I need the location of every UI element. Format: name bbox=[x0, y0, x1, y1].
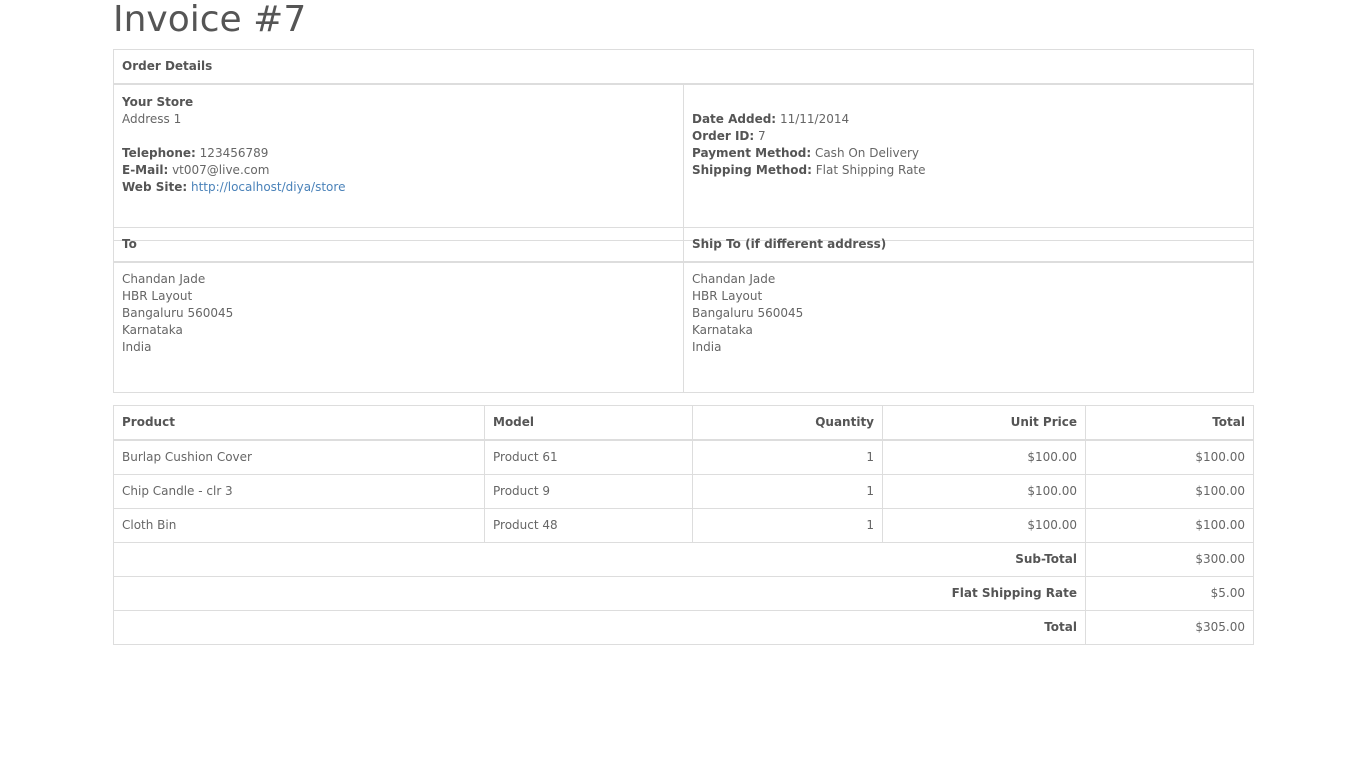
product-unit-price: $100.00 bbox=[882, 474, 1086, 509]
col-header-product: Product bbox=[113, 405, 485, 441]
address-line: Karnataka bbox=[122, 323, 183, 337]
address-line: Karnataka bbox=[692, 323, 753, 337]
col-header-unit-price: Unit Price bbox=[882, 405, 1086, 441]
shipping-label: Flat Shipping Rate bbox=[113, 576, 1086, 611]
product-model: Product 9 bbox=[484, 474, 693, 509]
shipping-method: Shipping Method: Flat Shipping Rate bbox=[692, 163, 926, 177]
product-unit-price: $100.00 bbox=[882, 439, 1086, 475]
subtotal-label: Sub-Total bbox=[113, 542, 1086, 577]
ship-to-address: Chandan Jade HBR Layout Bangaluru 560045… bbox=[683, 261, 1254, 393]
address-line: Bangaluru 560045 bbox=[692, 306, 804, 320]
payment-method: Payment Method: Cash On Delivery bbox=[692, 146, 920, 160]
product-total: $100.00 bbox=[1085, 508, 1254, 543]
totals-row-shipping: Flat Shipping Rate $5.00 bbox=[113, 576, 1254, 611]
invoice-container: Invoice #7 Order Details Your Store Addr… bbox=[113, 0, 1254, 645]
store-email: E-Mail: vt007@live.com bbox=[122, 163, 270, 177]
store-telephone: Telephone: 123456789 bbox=[122, 146, 269, 160]
product-quantity: 1 bbox=[692, 474, 883, 509]
product-total: $100.00 bbox=[1085, 439, 1254, 475]
address-line: India bbox=[692, 340, 722, 354]
address-line: India bbox=[122, 340, 152, 354]
store-name: Your Store bbox=[122, 95, 194, 109]
totals-row-subtotal: Sub-Total $300.00 bbox=[113, 542, 1254, 577]
page-title: Invoice #7 bbox=[113, 0, 307, 40]
product-model: Product 61 bbox=[484, 439, 693, 475]
col-header-model: Model bbox=[484, 405, 693, 441]
store-info: Your Store Address 1 Telephone: 12345678… bbox=[113, 83, 684, 241]
order-id: Order ID: 7 bbox=[692, 129, 766, 143]
col-header-total: Total bbox=[1085, 405, 1254, 441]
table-row: Chip Candle - clr 3 Product 9 1 $100.00 … bbox=[113, 474, 1254, 509]
date-added: Date Added: 11/11/2014 bbox=[692, 112, 850, 126]
product-quantity: 1 bbox=[692, 439, 883, 475]
address-line: Chandan Jade bbox=[122, 272, 206, 286]
product-name: Burlap Cushion Cover bbox=[113, 439, 485, 475]
store-address: Address 1 bbox=[122, 112, 182, 126]
shipping-value: $5.00 bbox=[1085, 576, 1254, 611]
address-line: HBR Layout bbox=[122, 289, 193, 303]
product-model: Product 48 bbox=[484, 508, 693, 543]
table-row: Cloth Bin Product 48 1 $100.00 $100.00 bbox=[113, 508, 1254, 543]
totals-row-total: Total $305.00 bbox=[113, 610, 1254, 645]
to-address: Chandan Jade HBR Layout Bangaluru 560045… bbox=[113, 261, 684, 393]
products-table: Product Model Quantity Unit Price Total … bbox=[113, 405, 1254, 645]
col-header-quantity: Quantity bbox=[692, 405, 883, 441]
grand-total-value: $305.00 bbox=[1085, 610, 1254, 645]
order-info: Date Added: 11/11/2014 Order ID: 7 Payme… bbox=[683, 83, 1254, 241]
product-unit-price: $100.00 bbox=[882, 508, 1086, 543]
order-details-header: Order Details bbox=[113, 49, 1254, 85]
store-website: Web Site: http://localhost/diya/store bbox=[122, 180, 346, 194]
product-name: Chip Candle - clr 3 bbox=[113, 474, 485, 509]
address-line: Bangaluru 560045 bbox=[122, 306, 234, 320]
table-row: Burlap Cushion Cover Product 61 1 $100.0… bbox=[113, 439, 1254, 475]
subtotal-value: $300.00 bbox=[1085, 542, 1254, 577]
ship-to-header: Ship To (if different address) bbox=[683, 227, 1254, 263]
product-total: $100.00 bbox=[1085, 474, 1254, 509]
product-name: Cloth Bin bbox=[113, 508, 485, 543]
grand-total-label: Total bbox=[113, 610, 1086, 645]
store-website-link[interactable]: http://localhost/diya/store bbox=[191, 180, 345, 194]
order-details-table: Order Details Your Store Address 1 Telep… bbox=[113, 49, 1254, 241]
to-header: To bbox=[113, 227, 684, 263]
address-line: HBR Layout bbox=[692, 289, 763, 303]
product-quantity: 1 bbox=[692, 508, 883, 543]
address-line: Chandan Jade bbox=[692, 272, 776, 286]
address-table: To Ship To (if different address) Chanda… bbox=[113, 227, 1254, 393]
